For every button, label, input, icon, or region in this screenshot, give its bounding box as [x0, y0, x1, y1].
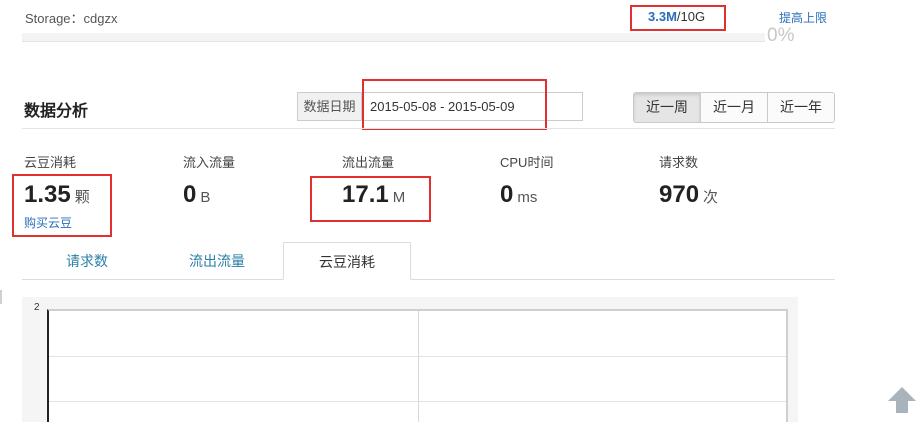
storage-total: /10G [676, 9, 706, 24]
stat-label-inbound: 流入流量 [183, 155, 236, 170]
stat-unit: 次 [703, 189, 719, 206]
stat-value-requests: 970 次 [659, 181, 718, 209]
storage-percent: 0% [767, 25, 795, 46]
yundou-highlight-box [12, 174, 112, 237]
stat-unit: ms [517, 189, 538, 206]
date-highlight-box [362, 79, 547, 130]
stat-label-outbound: 流出流量 [342, 155, 395, 170]
stat-label-cpu: CPU时间 [500, 155, 554, 170]
stat-value-cpu: 0 ms [500, 181, 537, 209]
range-year-button[interactable]: 近一年 [768, 93, 834, 122]
section-divider [22, 128, 835, 129]
stat-unit: B [200, 189, 211, 206]
storage-label: Storage：cdgzx [25, 11, 118, 26]
stat-label-requests: 请求数 [659, 155, 699, 170]
outbound-highlight-box [310, 176, 431, 222]
raise-limit-link[interactable]: 提高上限 [779, 9, 827, 26]
range-week-button[interactable]: 近一周 [634, 93, 701, 122]
tab-yundou[interactable]: 云豆消耗 [283, 242, 411, 280]
chart-y-tick: 2 [34, 302, 40, 313]
page-edge-marker [0, 290, 2, 304]
stat-value-inbound: 0B [183, 181, 210, 209]
storage-progress-bar [22, 33, 765, 42]
tab-outbound[interactable]: 流出流量 [152, 242, 282, 280]
chart-plot-area [47, 309, 788, 422]
stat-number: 0 [183, 181, 197, 208]
stat-number: 0 [500, 181, 514, 208]
section-title: 数据分析 [24, 103, 89, 120]
up-arrow-icon[interactable] [886, 385, 918, 415]
stat-label-yundou: 云豆消耗 [24, 155, 77, 170]
tab-requests[interactable]: 请求数 [22, 242, 152, 280]
chart-gridline-vertical [418, 311, 419, 422]
storage-used: 3.3M [648, 9, 677, 24]
storage-usage: 3.3M/10G [648, 9, 705, 24]
range-button-group: 近一周 近一月 近一年 [633, 92, 835, 123]
range-month-button[interactable]: 近一月 [701, 93, 768, 122]
date-label: 数据日期 [298, 93, 362, 120]
stat-number: 970 [659, 181, 700, 208]
